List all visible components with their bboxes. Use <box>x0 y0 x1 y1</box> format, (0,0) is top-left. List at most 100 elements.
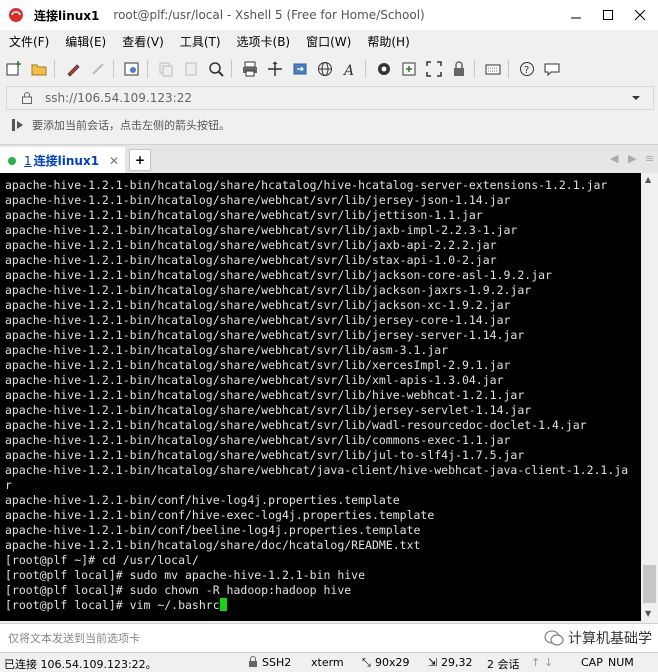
menu-tab[interactable]: 选项卡(B) <box>228 33 298 50</box>
terminal-line: r <box>5 478 12 492</box>
terminal-line: apache-hive-1.2.1-bin/hcatalog/share/web… <box>5 358 511 372</box>
window-session-title: 连接linux1 <box>34 8 100 23</box>
open-button[interactable] <box>28 58 50 80</box>
menu-help[interactable]: 帮助(H) <box>358 33 416 50</box>
tab-number: 1 <box>24 153 32 168</box>
scroll-up-arrow-icon[interactable]: ▲ <box>645 175 651 184</box>
status-up-arrow-icon: ↑ <box>531 656 541 669</box>
status-size-icon: ⤡ <box>362 656 371 669</box>
terminal-line: apache-hive-1.2.1-bin/hcatalog/share/web… <box>5 193 511 207</box>
terminal-line: [root@plf local]# sudo mv apache-hive-1.… <box>5 568 366 582</box>
svg-text:?: ? <box>524 65 529 76</box>
scroll-down-arrow-icon[interactable]: ▼ <box>645 609 651 618</box>
new-session-button[interactable] <box>3 58 25 80</box>
status-cursor-position: 29,32 <box>441 656 473 669</box>
disconnect-button[interactable] <box>87 58 109 80</box>
session-hint-bar: 要添加当前会话，点击左侧的箭头按钮。 <box>6 113 652 137</box>
tab-scroll-right-icon[interactable]: ▶ <box>628 152 636 165</box>
terminal-scrollbar[interactable]: ▲ ▼ <box>641 173 658 621</box>
terminal-line: apache-hive-1.2.1-bin/hcatalog/share/web… <box>5 388 525 402</box>
menu-edit[interactable]: 编辑(E) <box>56 33 113 50</box>
compose-button[interactable] <box>398 58 420 80</box>
font-icon: A <box>342 63 354 77</box>
tab-session-1[interactable]: 1 连接linux1 ✕ <box>0 147 125 174</box>
terminal-line: apache-hive-1.2.1-bin/hcatalog/share/web… <box>5 313 511 327</box>
maximize-button[interactable] <box>594 4 622 26</box>
script-button[interactable] <box>373 58 395 80</box>
xftp-button[interactable] <box>289 58 311 80</box>
toolbar-separator <box>365 60 366 78</box>
status-caps: CAP <box>581 656 603 669</box>
fullscreen-icon <box>426 61 442 77</box>
terminal-cursor <box>219 598 227 611</box>
status-protocol: SSH2 <box>262 656 292 669</box>
properties-icon <box>124 62 139 76</box>
font-button[interactable]: A <box>339 58 361 80</box>
menu-file[interactable]: 文件(F) <box>0 33 56 50</box>
toolbar-separator <box>474 60 475 78</box>
address-input[interactable]: ssh://106.54.109.123:22 <box>45 91 631 105</box>
address-bar[interactable]: ssh://106.54.109.123:22 <box>6 86 654 110</box>
paste-button[interactable] <box>180 58 202 80</box>
help-button[interactable]: ? <box>516 58 538 80</box>
connection-status-dot <box>8 156 16 165</box>
compose-icon <box>402 62 416 76</box>
lock-icon <box>454 61 464 76</box>
xshell-app-icon[interactable] <box>8 7 24 23</box>
disconnect-icon <box>92 63 104 75</box>
copy-button[interactable] <box>155 58 177 80</box>
compose-bar[interactable]: 仅将文本发送到当前选项卡 计算机基础学 <box>0 623 658 652</box>
compose-input[interactable]: 仅将文本发送到当前选项卡 <box>8 630 140 646</box>
lock-button[interactable] <box>448 58 470 80</box>
paste-icon <box>185 62 197 76</box>
minimize-button[interactable] <box>562 4 590 26</box>
printer-icon <box>243 61 257 77</box>
menu-window[interactable]: 窗口(W) <box>297 33 358 50</box>
properties-button[interactable] <box>121 58 143 80</box>
status-num: NUM <box>608 656 634 669</box>
toolbar-separator <box>231 60 232 78</box>
status-lock-icon <box>249 656 257 667</box>
terminal-line: apache-hive-1.2.1-bin/hcatalog/share/web… <box>5 253 497 267</box>
terminal-view[interactable]: apache-hive-1.2.1-bin/hcatalog/share/hca… <box>0 173 641 621</box>
svg-text:A: A <box>342 63 354 77</box>
tab-close-icon[interactable]: ✕ <box>109 154 119 168</box>
toolbar-separator <box>54 60 55 78</box>
terminal-line: apache-hive-1.2.1-bin/conf/beeline-log4j… <box>5 523 421 537</box>
window-title: root@plf:/usr/local - Xshell 5 (Free for… <box>113 8 425 22</box>
fullscreen-button[interactable] <box>423 58 445 80</box>
script-icon <box>378 63 390 75</box>
globe-button[interactable] <box>314 58 336 80</box>
title-bar: 连接linux1 root@plf:/usr/local - Xshell 5 … <box>0 0 658 30</box>
find-button[interactable] <box>205 58 227 80</box>
terminal-line: apache-hive-1.2.1-bin/hcatalog/share/web… <box>5 433 511 447</box>
tab-scroll-left-icon[interactable]: ◀ <box>610 152 618 165</box>
terminal-line: apache-hive-1.2.1-bin/hcatalog/share/web… <box>5 373 504 387</box>
session-hint: 要添加当前会话，点击左侧的箭头按钮。 <box>32 119 230 132</box>
folder-icon <box>31 64 47 76</box>
terminal-line: apache-hive-1.2.1-bin/hcatalog/share/hca… <box>5 178 608 192</box>
terminal-line: apache-hive-1.2.1-bin/hcatalog/share/web… <box>5 463 629 477</box>
transfer-button[interactable] <box>264 58 286 80</box>
tab-bar: 1 连接linux1 ✕ + ◀ ▶ ≡ <box>0 144 658 174</box>
print-button[interactable] <box>239 58 261 80</box>
transfer-icon <box>268 61 282 76</box>
close-button[interactable] <box>626 4 654 26</box>
wechat-icon <box>544 630 564 646</box>
add-session-arrow-icon[interactable] <box>12 118 24 132</box>
terminal-line: apache-hive-1.2.1-bin/hcatalog/share/web… <box>5 238 497 252</box>
terminal-output-text: apache-hive-1.2.1-bin/hcatalog/share/hca… <box>5 178 628 597</box>
chevron-down-icon[interactable] <box>631 95 641 101</box>
menu-view[interactable]: 查看(V) <box>113 33 171 50</box>
terminal-output: apache-hive-1.2.1-bin/hcatalog/share/hca… <box>5 178 628 613</box>
reconnect-button[interactable] <box>62 58 84 80</box>
tab-label: 连接linux1 <box>33 154 100 168</box>
menu-tools[interactable]: 工具(T) <box>171 33 228 50</box>
tab-list-icon[interactable]: ≡ <box>645 152 654 165</box>
toolbar-separator <box>508 60 509 78</box>
scrollbar-thumb[interactable] <box>643 565 656 603</box>
chat-button[interactable] <box>541 58 563 80</box>
new-tab-button[interactable]: + <box>129 149 151 171</box>
new-session-icon <box>6 61 21 76</box>
keyboard-button[interactable] <box>482 58 504 80</box>
